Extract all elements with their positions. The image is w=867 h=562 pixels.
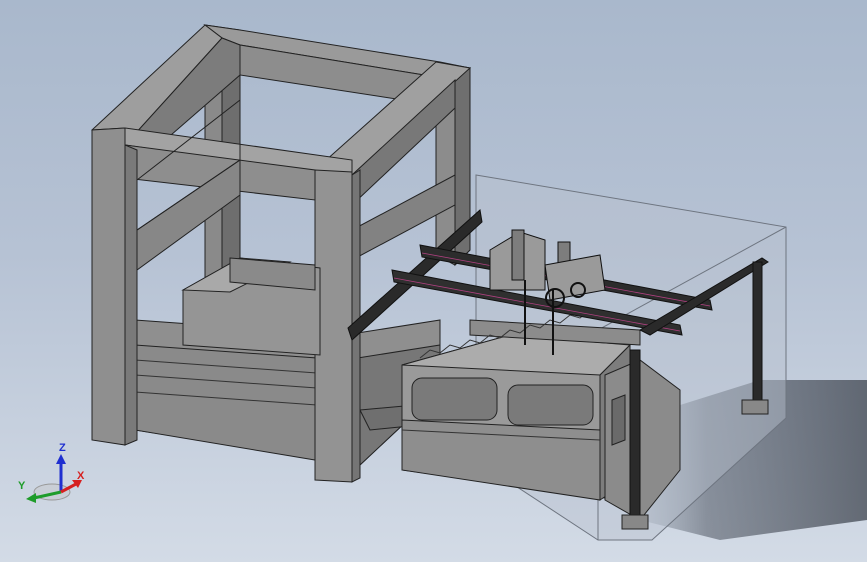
assembly-model[interactable]: [0, 0, 867, 562]
cad-viewport[interactable]: Z Y X: [0, 0, 867, 562]
y-axis-label: Y: [18, 480, 26, 492]
x-axis-label: X: [77, 470, 85, 482]
z-axis-label: Z: [59, 442, 66, 454]
orientation-triad[interactable]: Z Y X: [14, 440, 94, 510]
y-axis-arrow: [26, 493, 36, 503]
z-axis-arrow: [56, 454, 66, 464]
